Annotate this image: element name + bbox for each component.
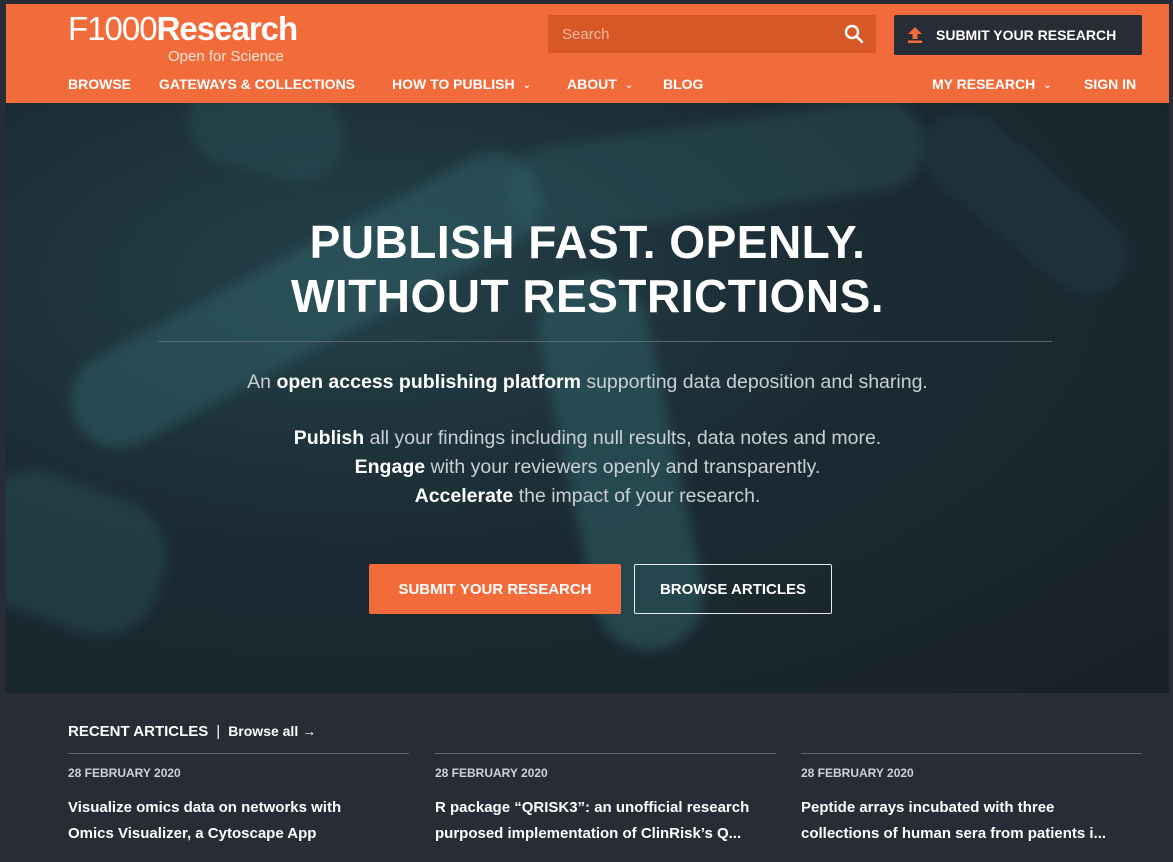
browse-all-link[interactable]: Browse all → <box>228 723 316 739</box>
hero-title: PUBLISH FAST. OPENLY. WITHOUT RESTRICTIO… <box>290 216 885 322</box>
nav-browse[interactable]: BROWSE <box>68 76 131 92</box>
hero-background-shape <box>177 103 355 193</box>
logo-tagline: Open for Science <box>168 48 284 65</box>
search-box <box>548 15 876 53</box>
hero-section: PUBLISH FAST. OPENLY. WITHOUT RESTRICTIO… <box>6 103 1169 693</box>
article-title[interactable]: Visualize omics data on networks with Om… <box>68 795 409 847</box>
recent-articles-section: RECENT ARTICLES | Browse all → 28 FEBRUARY… <box>6 693 1169 862</box>
hero-background-shape <box>6 453 184 653</box>
search-icon[interactable] <box>844 24 864 44</box>
site-logo[interactable]: F1000Research Open for Science <box>68 10 308 66</box>
heading-separator: | <box>216 723 221 740</box>
article-card[interactable]: 28 FEBRUARY 2020 Visualize omics data on… <box>68 753 409 847</box>
hero-point-engage: Engage with your reviewers openly and tr… <box>354 456 821 478</box>
article-title[interactable]: R package “QRISK3”: an unofficial resear… <box>435 795 776 847</box>
card-divider <box>801 753 1142 754</box>
upload-icon <box>908 27 922 43</box>
search-input[interactable] <box>548 15 842 53</box>
nav-sign-in[interactable]: SIGN IN <box>1084 76 1136 92</box>
hero-intro: An open access publishing platform suppo… <box>247 371 928 393</box>
article-card[interactable]: 28 FEBRUARY 2020 R package “QRISK3”: an … <box>435 753 776 847</box>
card-divider <box>435 753 776 754</box>
article-title[interactable]: Peptide arrays incubated with three coll… <box>801 795 1142 847</box>
nav-how-to-publish[interactable]: HOW TO PUBLISH ⌄ <box>392 76 531 92</box>
site-header: F1000Research Open for Science SUBMIT YO… <box>6 4 1169 103</box>
logo-wordmark: F1000Research <box>68 10 298 47</box>
chevron-down-icon: ⌄ <box>1043 79 1052 91</box>
recent-articles-heading: RECENT ARTICLES <box>68 723 209 740</box>
hero-point-publish: Publish all your findings including null… <box>293 427 882 449</box>
page: F1000Research Open for Science SUBMIT YO… <box>6 4 1169 862</box>
nav-gateways-collections[interactable]: GATEWAYS & COLLECTIONS <box>159 76 355 92</box>
card-divider <box>68 753 409 754</box>
article-card[interactable]: 28 FEBRUARY 2020 Peptide arrays incubate… <box>801 753 1142 847</box>
submit-research-header-label: SUBMIT YOUR RESEARCH <box>936 27 1117 43</box>
article-date: 28 FEBRUARY 2020 <box>435 766 548 780</box>
article-date: 28 FEBRUARY 2020 <box>68 766 181 780</box>
article-date: 28 FEBRUARY 2020 <box>801 766 914 780</box>
recent-articles-header: RECENT ARTICLES | Browse all → <box>68 723 316 740</box>
nav-my-research[interactable]: MY RESEARCH ⌄ <box>932 76 1052 92</box>
nav-blog[interactable]: BLOG <box>663 76 703 92</box>
chevron-down-icon: ⌄ <box>624 79 634 91</box>
submit-research-header-button[interactable]: SUBMIT YOUR RESEARCH <box>894 15 1142 55</box>
chevron-down-icon: ⌄ <box>522 79 532 91</box>
hero-point-accelerate: Accelerate the impact of your research. <box>414 485 761 507</box>
submit-research-button[interactable]: SUBMIT YOUR RESEARCH <box>369 564 621 614</box>
hero-divider <box>158 341 1052 342</box>
browse-articles-button[interactable]: BROWSE ARTICLES <box>634 564 832 614</box>
nav-about[interactable]: ABOUT ⌄ <box>567 76 633 92</box>
main-nav: BROWSE GATEWAYS & COLLECTIONS HOW TO PUB… <box>6 76 1169 96</box>
